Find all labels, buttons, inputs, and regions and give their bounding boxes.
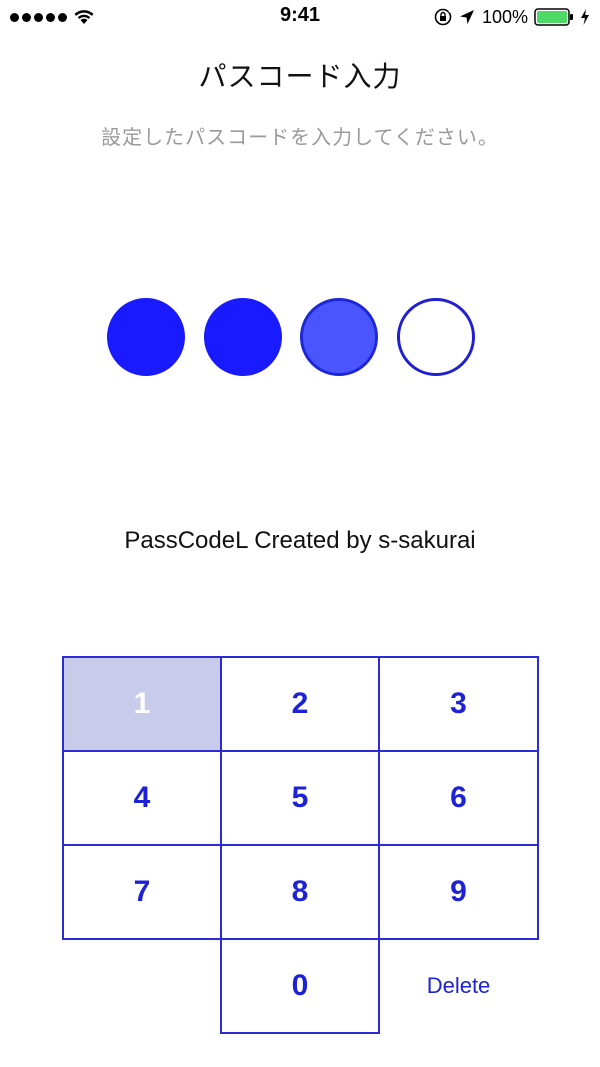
key-1[interactable]: 1 xyxy=(62,656,222,752)
key-7[interactable]: 7 xyxy=(62,844,222,940)
key-label: 8 xyxy=(291,875,309,908)
key-2[interactable]: 2 xyxy=(220,656,380,752)
key-label: 9 xyxy=(450,875,467,908)
passcode-dot-4 xyxy=(397,298,475,376)
location-arrow-icon xyxy=(459,10,474,24)
key-5[interactable]: 5 xyxy=(220,750,380,846)
key-label: 7 xyxy=(133,875,151,908)
key-label: 1 xyxy=(133,687,151,720)
key-9[interactable]: 9 xyxy=(378,844,539,940)
key-label: 6 xyxy=(450,781,467,814)
key-label: 3 xyxy=(450,687,467,720)
orientation-lock-icon xyxy=(434,8,452,26)
delete-button[interactable]: Delete xyxy=(378,938,539,1034)
key-label: 0 xyxy=(291,969,309,1002)
page-title: パスコード入力 xyxy=(198,61,402,92)
passcode-dot-1 xyxy=(107,298,185,376)
passcode-dot-3 xyxy=(300,298,378,376)
charging-bolt-icon xyxy=(581,9,589,25)
battery-percent: 100% xyxy=(481,6,528,27)
delete-label: Delete xyxy=(426,973,491,998)
passcode-indicator xyxy=(107,298,477,380)
number-keypad: 1 2 3 4 5 6 7 8 9 0 Delete xyxy=(62,656,539,1034)
key-label: 2 xyxy=(291,687,309,720)
instruction-text: 設定したパスコードを入力してください。 xyxy=(101,127,499,149)
credit-text: PassCodeL Created by s-sakurai xyxy=(124,527,476,554)
battery-icon xyxy=(534,8,573,26)
key-6[interactable]: 6 xyxy=(378,750,539,846)
key-label: 4 xyxy=(133,781,151,814)
key-label: 5 xyxy=(291,781,309,814)
key-0[interactable]: 0 xyxy=(220,938,380,1034)
status-right: 100% xyxy=(434,6,590,28)
key-4[interactable]: 4 xyxy=(62,750,222,846)
key-3[interactable]: 3 xyxy=(378,656,539,752)
key-8[interactable]: 8 xyxy=(220,844,380,940)
status-bar: 9:41 100% xyxy=(0,0,600,34)
passcode-dot-2 xyxy=(204,298,282,376)
